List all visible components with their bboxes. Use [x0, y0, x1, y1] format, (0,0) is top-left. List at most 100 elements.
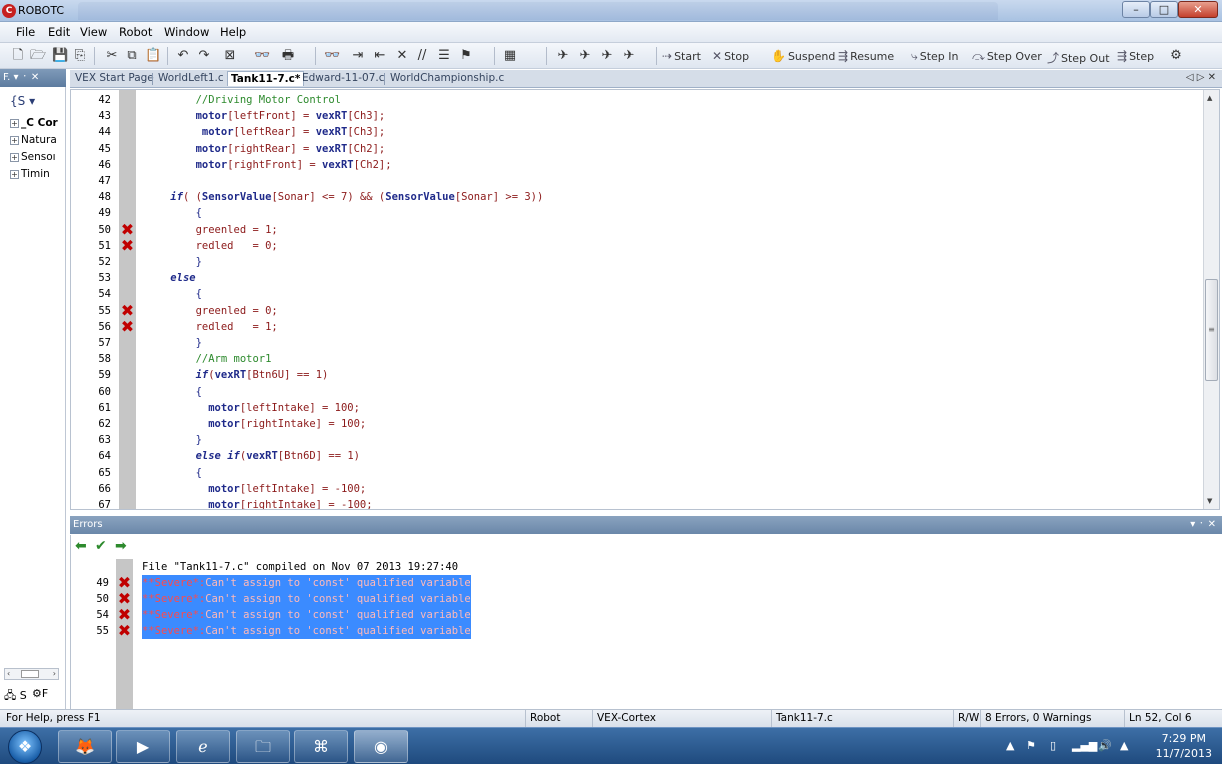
- comment-icon[interactable]: //: [414, 48, 430, 63]
- scroll-up-icon[interactable]: ▲: [1207, 94, 1212, 102]
- outdent-icon[interactable]: ⇤: [372, 48, 388, 63]
- format-icon[interactable]: ✕: [394, 48, 410, 63]
- tab-tank11-7[interactable]: Tank11-7.c*: [227, 71, 305, 86]
- compile-icon[interactable]: ⊠: [222, 48, 238, 63]
- tab-close-icon[interactable]: ✕: [1208, 72, 1216, 83]
- code-line[interactable]: motor[leftRear] = vexRT[Ch3];: [145, 124, 385, 140]
- code-line[interactable]: {: [145, 286, 202, 302]
- code-line[interactable]: //Driving Motor Control: [145, 92, 341, 108]
- taskbar-robotc-icon[interactable]: ◉: [354, 730, 408, 763]
- code-line[interactable]: motor[leftIntake] = -100;: [145, 481, 366, 497]
- cut-icon[interactable]: ✂: [104, 48, 120, 63]
- save-icon[interactable]: 💾: [52, 48, 68, 63]
- errors-list[interactable]: File "Tank11-7.c" compiled on Nov 07 201…: [70, 559, 1222, 709]
- error-message[interactable]: **Severe*:Can't assign to 'const' qualif…: [142, 607, 471, 623]
- suspend-button[interactable]: ✋ Suspend: [771, 49, 835, 63]
- drive-icon[interactable]: ▲: [1120, 739, 1128, 752]
- taskbar-acrobat-icon[interactable]: ⌘: [294, 730, 348, 763]
- expand-icon[interactable]: +: [10, 170, 19, 179]
- action-center-icon[interactable]: ⚑: [1026, 739, 1036, 752]
- code-line[interactable]: motor[leftFront] = vexRT[Ch3];: [145, 108, 386, 124]
- tray-expand-icon[interactable]: ▲: [1006, 739, 1014, 752]
- tree-item[interactable]: + _C Cor: [10, 117, 58, 129]
- tree-item[interactable]: + Natura: [10, 134, 57, 146]
- start-button[interactable]: ❖: [8, 730, 42, 764]
- code-editor[interactable]: 42 43 44 45 46 47 48 49 50 51 52 53 54 55 56 57 58 59 60 61…: [70, 89, 1220, 510]
- tree-item[interactable]: + Sensoı: [10, 151, 56, 163]
- menu-robot[interactable]: Robot: [117, 25, 154, 39]
- horizontal-scrollbar[interactable]: ‹ ›: [4, 668, 59, 680]
- error-marker-icon[interactable]: ✖: [119, 237, 136, 254]
- stop-button[interactable]: ✕ Stop: [712, 49, 749, 63]
- menu-window[interactable]: Window: [162, 25, 211, 39]
- next-error-icon[interactable]: ➡: [115, 538, 127, 554]
- code-line[interactable]: greenled = 1;: [145, 222, 278, 238]
- menu-view[interactable]: View: [78, 25, 109, 39]
- code-line[interactable]: {: [145, 205, 202, 221]
- expand-icon[interactable]: +: [10, 136, 19, 145]
- tab-edward-11-07[interactable]: Edward-11-07.c: [302, 72, 385, 84]
- code-line[interactable]: else: [145, 270, 195, 286]
- menu-help[interactable]: Help: [218, 25, 248, 39]
- code-line[interactable]: //Arm motor1: [145, 351, 272, 367]
- breakpoint-column[interactable]: [119, 90, 136, 509]
- code-line[interactable]: }: [145, 432, 202, 448]
- previous-error-icon[interactable]: ⬅: [75, 538, 87, 554]
- close-button[interactable]: ✕: [1178, 1, 1218, 18]
- step-in-button[interactable]: ⤷ Step In: [911, 49, 959, 64]
- tab-scroll-left-icon[interactable]: ◁: [1186, 72, 1194, 83]
- indent-icon[interactable]: ⇥: [350, 48, 366, 63]
- find-in-files-icon[interactable]: 👓: [324, 48, 340, 63]
- checkmark-icon[interactable]: ✔: [95, 538, 107, 554]
- error-message[interactable]: **Severe*:Can't assign to 'const' qualif…: [142, 591, 471, 607]
- redo-icon[interactable]: ↷: [196, 48, 212, 63]
- scroll-left-icon[interactable]: ‹: [7, 669, 10, 678]
- code-line[interactable]: }: [145, 254, 202, 270]
- code-line[interactable]: else if(vexRT[Btn6D] == 1): [145, 448, 360, 464]
- code-line[interactable]: if(vexRT[Btn6U] == 1): [145, 367, 329, 383]
- resume-button[interactable]: ⇶ Resume: [838, 49, 894, 63]
- list-icon[interactable]: ☰: [436, 48, 452, 63]
- tab-vex-start-page[interactable]: VEX Start Page: [75, 72, 154, 84]
- start-button[interactable]: ⇢ Start: [662, 49, 701, 63]
- expand-icon[interactable]: +: [10, 153, 19, 162]
- volume-icon[interactable]: 🔊: [1098, 739, 1112, 752]
- code-line[interactable]: if( (SensorValue[Sonar] <= 7) && (Sensor…: [145, 189, 543, 205]
- clock-time[interactable]: 7:29 PM: [1162, 732, 1206, 745]
- calendar-icon[interactable]: ▦: [502, 48, 518, 63]
- breakpoint-all-icon[interactable]: ✈: [621, 48, 637, 63]
- code-line[interactable]: {: [145, 384, 202, 400]
- panel-controls[interactable]: ▾ ᛫ ✕: [1190, 516, 1216, 534]
- network-icon[interactable]: ▂▄▆: [1072, 739, 1097, 752]
- error-line-number[interactable]: 49: [71, 575, 109, 591]
- tab-functions[interactable]: ⚙F: [32, 687, 48, 700]
- scroll-thumb[interactable]: ≡: [1205, 279, 1218, 381]
- taskbar-ie-icon[interactable]: ℯ: [176, 730, 230, 763]
- code-line[interactable]: motor[rightRear] = vexRT[Ch2];: [145, 141, 386, 157]
- tab-worldleft1[interactable]: WorldLeft1.c: [158, 72, 224, 84]
- open-folder-icon[interactable]: 🗁: [30, 48, 46, 63]
- tab-worldchampionship[interactable]: WorldChampionship.c: [390, 72, 504, 84]
- paste-icon[interactable]: 📋: [145, 48, 161, 63]
- code-line[interactable]: motor[rightIntake] = 100;: [145, 416, 366, 432]
- step-out-button[interactable]: ⤴ Step Out: [1047, 49, 1110, 66]
- code-line[interactable]: }: [145, 335, 202, 351]
- code-line[interactable]: {: [145, 465, 202, 481]
- save-all-icon[interactable]: ⎘: [72, 48, 88, 63]
- step-over-button[interactable]: ⤼ Step Over: [972, 49, 1042, 64]
- panel-header[interactable]: F. ▾ ᛫ ✕: [0, 69, 66, 87]
- copy-icon[interactable]: ⧉: [124, 48, 140, 63]
- error-line-number[interactable]: 54: [71, 607, 109, 623]
- scroll-down-icon[interactable]: ▼: [1207, 497, 1212, 505]
- code-line[interactable]: redled = 1;: [145, 319, 278, 335]
- scroll-right-icon[interactable]: ›: [53, 669, 56, 678]
- tab-sensors[interactable]: 🖧 S: [4, 687, 27, 706]
- library-dropdown[interactable]: {S ▾: [10, 94, 35, 108]
- breakpoint-disable-icon[interactable]: ✈: [577, 48, 593, 63]
- maximize-button[interactable]: □: [1150, 1, 1178, 18]
- code-line[interactable]: motor[rightFront] = vexRT[Ch2];: [145, 157, 392, 173]
- error-message[interactable]: **Severe*:Can't assign to 'const' qualif…: [142, 575, 471, 591]
- battery-icon[interactable]: ▯: [1050, 739, 1056, 752]
- error-line-number[interactable]: 55: [71, 623, 109, 639]
- options-icon[interactable]: ⚙: [1168, 48, 1184, 63]
